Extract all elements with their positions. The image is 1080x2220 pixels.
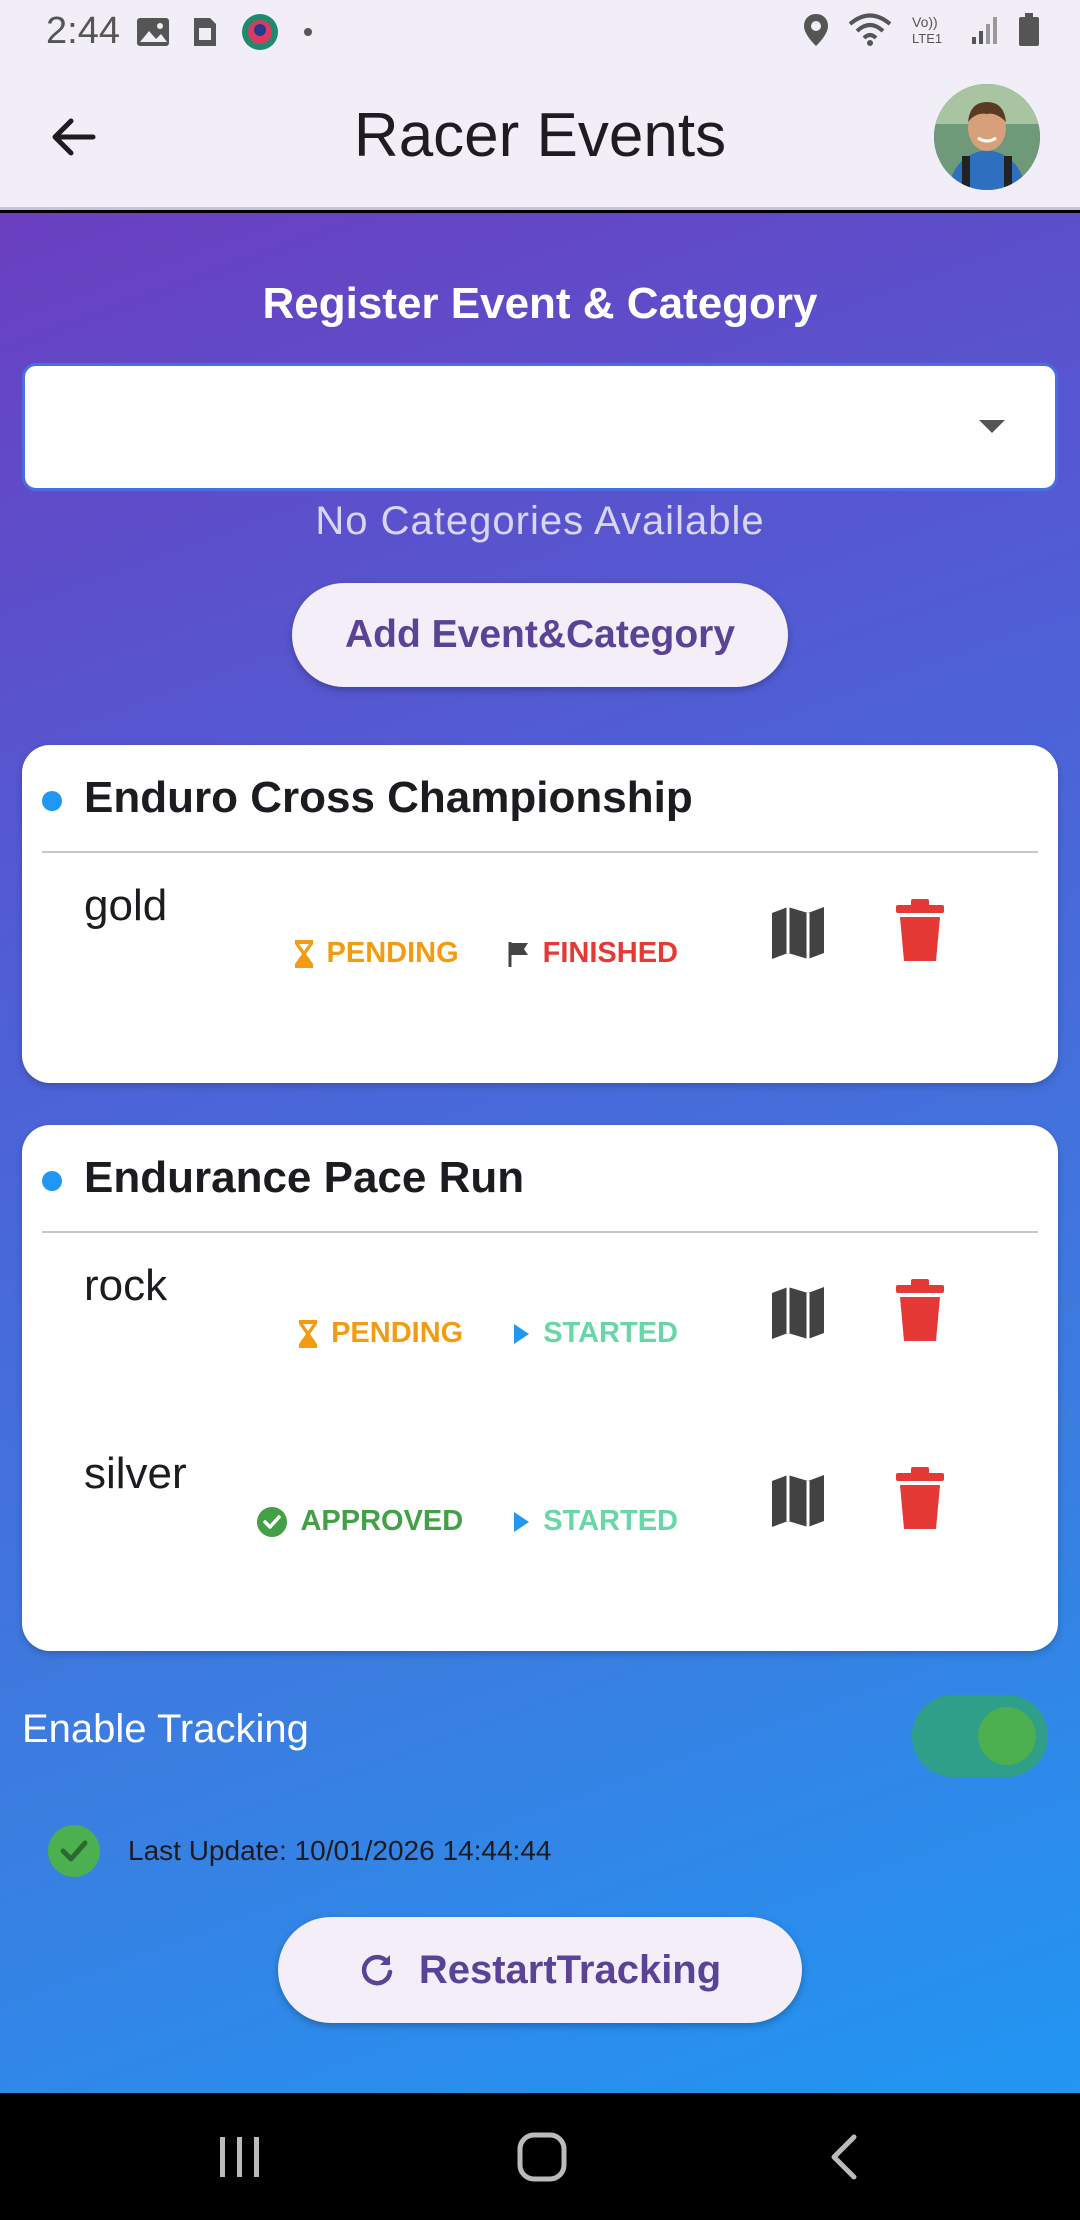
volte-icon: Vo))LTE1 xyxy=(912,14,942,46)
trash-icon xyxy=(896,899,944,961)
hourglass-icon xyxy=(294,939,313,968)
recent-apps-button[interactable] xyxy=(216,2133,264,2181)
dropdown-arrow-icon xyxy=(979,420,1005,433)
category-name: silver xyxy=(84,1449,187,1498)
svg-text:Vo)): Vo)) xyxy=(912,14,938,30)
delete-button[interactable] xyxy=(894,1279,946,1343)
no-categories-text: No Categories Available xyxy=(315,499,765,543)
check-circle-icon xyxy=(48,1825,100,1877)
approval-status: PENDING xyxy=(331,1317,464,1349)
last-update-text: Last Update: 10/01/2026 14:44:44 xyxy=(128,1835,552,1866)
bullet-icon xyxy=(42,791,62,811)
system-nav-bar xyxy=(0,2093,1080,2220)
trash-icon xyxy=(896,1279,944,1341)
event-category-dropdown[interactable] xyxy=(22,363,1058,491)
category-status: PENDING FINISHED xyxy=(293,937,678,970)
hourglass-icon xyxy=(299,1319,318,1348)
image-icon xyxy=(137,18,169,46)
add-event-category-button[interactable]: Add Event&Category xyxy=(292,583,788,687)
map-button[interactable] xyxy=(768,1471,828,1531)
map-button[interactable] xyxy=(768,1283,828,1343)
sim-card-icon xyxy=(194,18,216,46)
back-nav-button[interactable] xyxy=(826,2133,862,2181)
signal-icon xyxy=(972,17,997,44)
approval-status: APPROVED xyxy=(300,1505,464,1537)
map-button[interactable] xyxy=(768,903,828,963)
restart-tracking-label: RestartTracking xyxy=(418,1947,722,1992)
divider xyxy=(42,851,1038,853)
delete-button[interactable] xyxy=(894,899,946,963)
play-arrow-icon xyxy=(514,1511,530,1532)
map-icon xyxy=(772,1475,824,1527)
category-row: rock PENDING STARTED xyxy=(22,1261,1058,1411)
profile-photo xyxy=(934,84,1040,190)
status-time: 2:44 xyxy=(46,10,120,52)
play-arrow-icon xyxy=(514,1323,530,1344)
dot-icon xyxy=(304,28,312,36)
bullet-icon xyxy=(42,1171,62,1191)
category-name: gold xyxy=(84,881,168,930)
race-status: FINISHED xyxy=(542,937,678,969)
home-button[interactable] xyxy=(516,2131,568,2183)
event-card-header: Enduro Cross Championship xyxy=(22,745,1058,853)
race-status: STARTED xyxy=(543,1505,678,1537)
avatar[interactable] xyxy=(934,84,1040,190)
race-status: STARTED xyxy=(543,1317,678,1349)
refresh-icon xyxy=(361,1954,393,1986)
category-row: silver APPROVED STARTED xyxy=(22,1449,1058,1599)
approval-status: PENDING xyxy=(326,937,459,969)
register-title: Register Event & Category xyxy=(262,279,818,328)
event-title: Enduro Cross Championship xyxy=(84,773,693,822)
trash-icon xyxy=(896,1467,944,1529)
page-title: Racer Events xyxy=(353,101,727,170)
check-circle-icon xyxy=(257,1506,288,1537)
last-update: Last Update: 10/01/2026 14:44:44 xyxy=(48,1825,551,1877)
category-status: PENDING STARTED xyxy=(297,1317,678,1350)
delete-button[interactable] xyxy=(894,1467,946,1531)
tracking-toggle[interactable] xyxy=(912,1695,1048,1777)
category-status: APPROVED STARTED xyxy=(256,1505,678,1538)
status-bar: 2:44 Vo)) LTE1 xyxy=(0,0,1080,64)
category-row: gold PENDING FINISHED xyxy=(22,881,1058,1031)
category-name: rock xyxy=(84,1261,168,1310)
app-bar: Racer Events xyxy=(0,64,1080,210)
battery-icon xyxy=(1019,13,1039,46)
divider xyxy=(42,1231,1038,1233)
toggle-knob xyxy=(978,1707,1036,1765)
wifi-icon xyxy=(848,13,892,46)
restart-tracking-button[interactable]: RestartTracking xyxy=(278,1917,802,2023)
flag-icon xyxy=(508,941,528,967)
location-icon xyxy=(804,14,828,46)
main-content: Register Event & Category No Categories … xyxy=(0,213,1080,2093)
event-card: Enduro Cross Championship gold PENDING F… xyxy=(22,745,1058,1083)
app-logo-icon xyxy=(242,14,278,50)
event-title: Endurance Pace Run xyxy=(84,1153,525,1202)
event-card: Endurance Pace Run rock PENDING STARTED … xyxy=(22,1125,1058,1651)
system-icons: Vo)) LTE1 xyxy=(802,12,1040,48)
enable-tracking-label: Enable Tracking xyxy=(22,1707,309,1751)
notification-icons xyxy=(136,12,314,52)
map-icon xyxy=(772,1287,824,1339)
svg-text:LTE1: LTE1 xyxy=(912,31,942,46)
map-icon xyxy=(772,907,824,959)
event-card-header: Endurance Pace Run xyxy=(22,1125,1058,1233)
